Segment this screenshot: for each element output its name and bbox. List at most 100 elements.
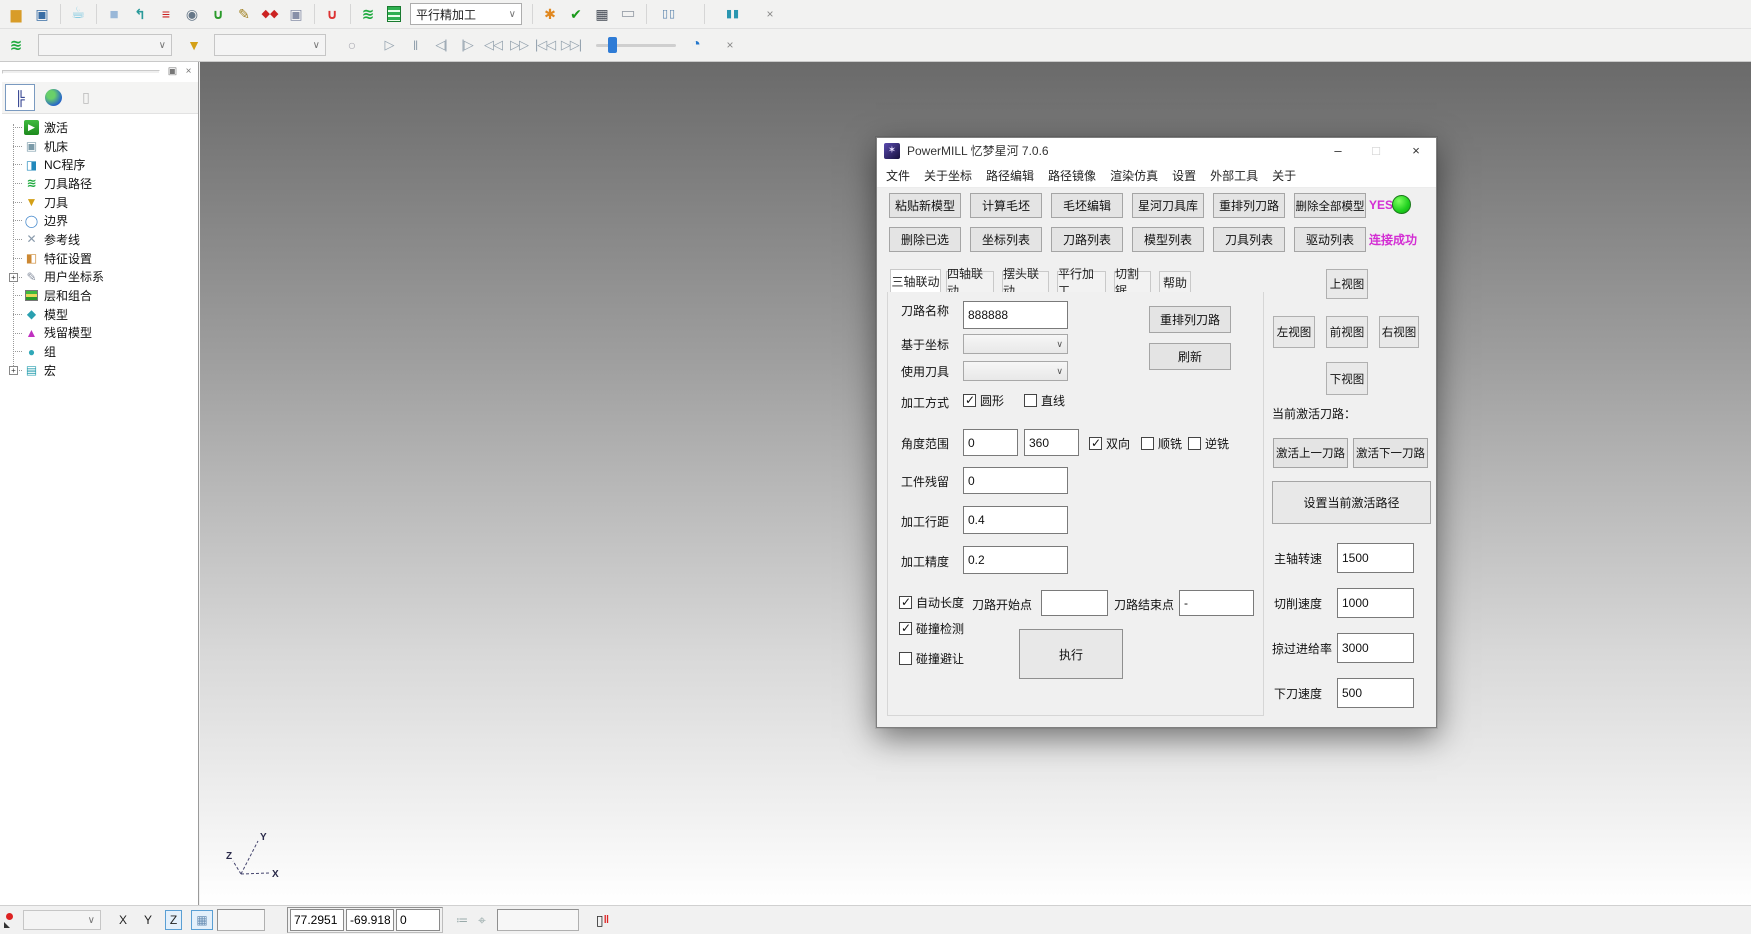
grid-size-field[interactable] [217,909,265,931]
tree-item-feature-sets[interactable]: ◧ 特征设置 [4,249,196,268]
tool-list-button[interactable]: 刀具列表 [1213,227,1285,252]
tree-item-levels-and-sets[interactable]: 层和组合 [4,286,196,305]
toolbar-close-button[interactable]: × [762,6,778,22]
view-top-button[interactable]: 上视图 [1326,269,1368,299]
slider-handle[interactable] [608,37,617,53]
tab-parallel[interactable]: 平行加工 [1057,271,1106,292]
expand-icon[interactable] [9,366,18,375]
rotate-view-icon[interactable]: ▯‖ [595,910,610,930]
simulation-speed-slider[interactable] [596,35,676,55]
view-front-button[interactable]: 前视图 [1326,316,1368,348]
rearrange-button[interactable]: 重排列刀路 [1149,306,1231,333]
activate-next-toolpath-button[interactable]: 激活下一刀路 [1353,438,1428,468]
linear-checkbox[interactable]: 直线 [1024,392,1065,409]
tree-item-groups[interactable]: ● 组 [4,342,196,361]
search-back-icon[interactable]: ◁◁ [482,35,504,55]
tree-item-toolpaths[interactable]: ≋ 刀具路径 [4,174,196,193]
spindle-speed-input[interactable] [1337,543,1414,573]
pause-icon[interactable]: ‖ [404,35,426,55]
use-tool-combobox[interactable]: ∨ [963,361,1068,381]
explorer-globe-button[interactable] [38,84,68,111]
go-start-icon[interactable]: |◁◁ [534,35,556,55]
panel-close-icon[interactable]: × [182,65,195,78]
menu-path-mirror[interactable]: 路径镜像 [1041,163,1103,187]
stepover-input[interactable] [963,506,1068,534]
tolerance-input[interactable] [963,546,1068,574]
tree-item-patterns[interactable]: ✕ 参考线 [4,230,196,249]
calculator-icon[interactable]: ▦ [592,4,612,24]
end-point-input[interactable] [1179,590,1254,616]
strategy-list-icon[interactable] [387,6,401,22]
minimize-button[interactable]: – [1319,138,1357,163]
view-left-button[interactable]: 左视图 [1273,316,1315,348]
toolpath-list-button[interactable]: 刀路列表 [1051,227,1123,252]
refresh-button[interactable]: 刷新 [1149,343,1231,370]
skim-feed-input[interactable] [1337,633,1414,663]
model-list-button[interactable]: 模型列表 [1132,227,1204,252]
tree-item-nc-programs[interactable]: ◨ NC程序 [4,155,196,174]
axis-x-button[interactable]: X [115,910,131,930]
tree-item-stock-models[interactable]: ▲ 残留模型 [4,324,196,343]
lightbulb-icon[interactable]: ○ [342,35,362,55]
toolbar-close-button[interactable]: × [722,37,738,53]
rearrange-toolpaths-button[interactable]: 重排列刀路 [1213,193,1285,218]
collision-check-checkbox[interactable]: 碰撞检测 [899,620,964,637]
tab-help[interactable]: 帮助 [1159,271,1191,292]
xyz-list-icon[interactable]: ≔ [455,910,469,930]
simulation-tool-dropdown[interactable]: ∨ [214,34,326,56]
tree-item-boundaries[interactable]: ◯ 边界 [4,211,196,230]
view-bottom-button[interactable]: 下视图 [1326,362,1368,395]
delete-all-models-button[interactable]: 删除全部模型 [1294,193,1366,218]
feature-set-icon[interactable]: ▣ [286,4,306,24]
explorer-trash-button[interactable]: ▯ [71,84,101,111]
tree-item-activate[interactable]: ▶ 激活 [4,118,196,137]
close-button[interactable]: × [1395,138,1437,163]
explorer-tree-button[interactable]: ╠ [5,84,35,111]
climb-checkbox[interactable]: 顺铣 [1141,435,1182,452]
maximize-button[interactable]: □ [1357,138,1395,163]
base-coord-combobox[interactable]: ∨ [963,334,1068,354]
panel-drag-handle[interactable] [2,70,160,74]
auto-length-checkbox[interactable]: 自动长度 [899,594,964,611]
toolpath-strategy-icon[interactable]: ↰ [130,4,150,24]
delete-selected-button[interactable]: 删除已选 [889,227,961,252]
axis-z-button[interactable]: Z [165,910,182,930]
menu-about[interactable]: 关于 [1265,163,1303,187]
panel-float-icon[interactable]: ▣ [166,65,179,78]
step-back-icon[interactable]: ◁| [430,35,452,55]
clock-icon[interactable]: ◔ [686,35,706,55]
tree-item-workplanes[interactable]: ✎ 用户坐标系 [4,268,196,287]
block-edit-button[interactable]: 毛坯编辑 [1051,193,1123,218]
nc-program-icon[interactable]: ≡ [156,4,176,24]
activate-prev-toolpath-button[interactable]: 激活上一刀路 [1273,438,1348,468]
toolpath-name-input[interactable] [963,301,1068,329]
menu-about-coords[interactable]: 关于坐标 [917,163,979,187]
tab-saw[interactable]: 切割锯 [1114,271,1151,292]
cutting-feed-input[interactable] [1337,588,1414,618]
tool-library-button[interactable]: 星河刀具库 [1132,193,1204,218]
tab-3axis[interactable]: 三轴联动 [890,269,941,292]
search-forward-icon[interactable]: ▷▷ [508,35,530,55]
start-point-input[interactable] [1041,590,1108,616]
simulation-toolpath-dropdown[interactable]: ∨ [38,34,172,56]
grid-toggle-button[interactable]: ▦ [191,910,213,930]
set-active-path-button[interactable]: 设置当前激活路径 [1272,481,1431,524]
angle-to-input[interactable] [1024,429,1079,456]
tool-check-icon[interactable]: ✔ [566,4,586,24]
cylinder-pair-icon[interactable]: ▮▮ [720,4,746,24]
menu-external-tools[interactable]: 外部工具 [1203,163,1265,187]
bidirectional-checkbox[interactable]: 双向 [1089,435,1130,452]
tree-item-models[interactable]: ◆ 模型 [4,305,196,324]
cursor-z-input[interactable] [396,909,440,931]
tree-item-macros[interactable]: ▤ 宏 [4,361,196,380]
conventional-checkbox[interactable]: 逆铣 [1188,435,1229,452]
tool-pair-icon[interactable]: ▯▯ [654,4,684,24]
axis-y-button[interactable]: Y [140,910,156,930]
coord-list-button[interactable]: 坐标列表 [970,227,1042,252]
ruler-icon[interactable]: ▭ [618,4,638,24]
circular-checkbox[interactable]: 圆形 [963,392,1004,409]
angle-from-input[interactable] [963,429,1018,456]
tab-4axis[interactable]: 四轴联动 [946,271,994,292]
plunge-feed-input[interactable] [1337,678,1414,708]
cursor-y-input[interactable] [346,909,394,931]
